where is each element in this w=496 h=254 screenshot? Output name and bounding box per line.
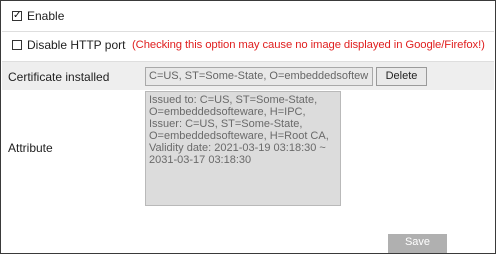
certificate-field[interactable]: C=US, ST=Some-State, O=embeddedsoftew bbox=[145, 67, 373, 86]
attribute-line: O=embeddedsofteware, H=Root CA, bbox=[149, 130, 329, 142]
attribute-line: O=embeddedsofteware, H=IPC, bbox=[149, 106, 306, 118]
delete-button[interactable]: Delete bbox=[376, 67, 427, 86]
attribute-label: Attribute bbox=[8, 141, 53, 155]
enable-row: ✓ Enable bbox=[2, 1, 494, 32]
disable-http-label: Disable HTTP port bbox=[27, 38, 126, 52]
disable-http-row: Disable HTTP port (Checking this option … bbox=[2, 32, 494, 62]
https-settings-panel: ✓ Enable Disable HTTP port (Checking thi… bbox=[0, 0, 496, 254]
disable-http-warning: (Checking this option may cause no image… bbox=[132, 39, 485, 51]
attribute-line: Issued to: C=US, ST=Some-State, bbox=[149, 94, 318, 106]
enable-checkbox[interactable]: ✓ bbox=[12, 11, 22, 21]
disable-http-checkbox[interactable] bbox=[12, 40, 22, 50]
certificate-row: Certificate installed C=US, ST=Some-Stat… bbox=[2, 62, 494, 90]
save-button[interactable]: Save bbox=[388, 234, 447, 253]
attribute-line: Issuer: C=US, ST=Some-State, bbox=[149, 118, 303, 130]
certificate-label: Certificate installed bbox=[8, 70, 110, 84]
attribute-line: 2031-03-17 03:18:30 bbox=[149, 154, 252, 166]
enable-label: Enable bbox=[27, 9, 65, 23]
attribute-row: Attribute Issued to: C=US, ST=Some-State… bbox=[2, 90, 494, 210]
certificate-attribute-box: Issued to: C=US, ST=Some-State, O=embedd… bbox=[145, 91, 341, 206]
attribute-line: Validity date: 2021-03-19 03:18:30 ~ bbox=[149, 142, 326, 154]
